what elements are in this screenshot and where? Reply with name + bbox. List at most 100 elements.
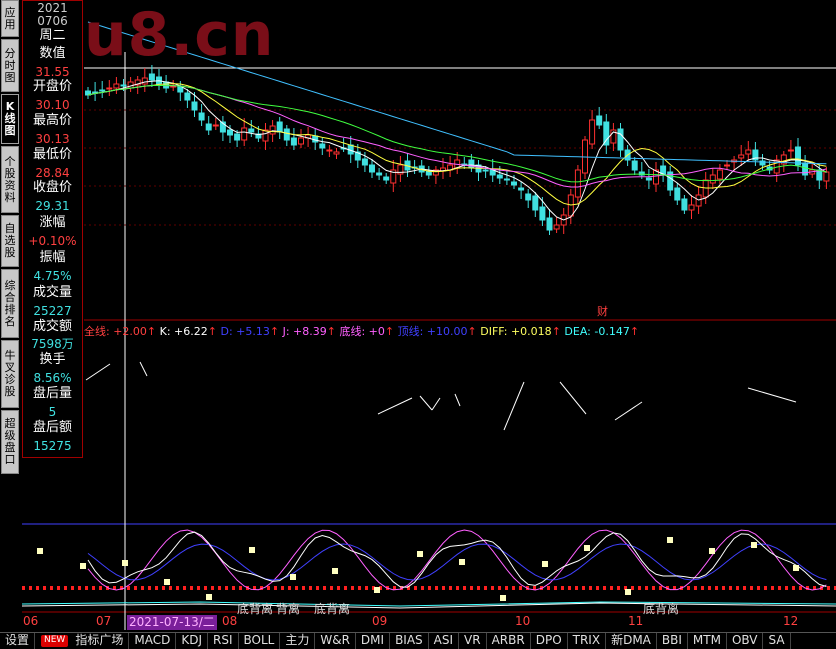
bottom-tab-8[interactable]: W&R bbox=[315, 633, 356, 649]
bottom-tab-4[interactable]: KDJ bbox=[176, 633, 208, 649]
candle-body bbox=[262, 129, 269, 142]
ma10-line bbox=[87, 83, 827, 206]
candle-body bbox=[227, 129, 233, 136]
candle-body bbox=[795, 146, 801, 166]
candle-body bbox=[482, 169, 489, 172]
info-amt: 7598万 bbox=[31, 337, 74, 351]
bottom-tab-20[interactable]: SA bbox=[763, 633, 791, 649]
legend-item-0: 全线: +2.00 bbox=[84, 325, 147, 338]
bottom-tab-2[interactable]: 指标广场 bbox=[70, 633, 130, 649]
vtab-3[interactable]: 个股资料 bbox=[1, 146, 19, 213]
bottom-tab-6[interactable]: BOLL bbox=[239, 633, 281, 649]
info-low: 28.84 bbox=[35, 166, 70, 180]
legend-arrow-icon: ↑ bbox=[467, 325, 481, 338]
bottom-tab-9[interactable]: DMI bbox=[356, 633, 391, 649]
candle-body bbox=[681, 198, 688, 211]
kdj-marker-8 bbox=[374, 587, 380, 593]
legend-arrow-icon: ↑ bbox=[551, 325, 565, 338]
kdj-d-line bbox=[87, 543, 827, 581]
candle-body bbox=[113, 83, 120, 89]
vtab-label: 牛叉诊股 bbox=[4, 349, 16, 398]
bottom-tab-5[interactable]: RSI bbox=[208, 633, 239, 649]
candle-body bbox=[823, 171, 830, 182]
bottom-tab-10[interactable]: BIAS bbox=[390, 633, 429, 649]
bottom-tab-16[interactable]: 新DMA bbox=[606, 633, 657, 649]
info-vol-label: 成交量 bbox=[32, 285, 72, 300]
vtab-label: 个股资料 bbox=[4, 154, 16, 204]
bottom-tab-11[interactable]: ASI bbox=[429, 633, 460, 649]
vtab-0[interactable]: 应用 bbox=[1, 0, 19, 37]
candle-body bbox=[532, 195, 539, 211]
candle-body bbox=[205, 123, 212, 131]
vertical-tab-bar: 应用分时图 K线图个股资料自选股综合排名牛叉诊股超级盘口 bbox=[0, 0, 21, 474]
candle-body bbox=[163, 81, 170, 89]
bottom-tab-7[interactable]: 主力 bbox=[280, 633, 316, 649]
candle-body bbox=[212, 124, 219, 127]
legend-arrow-icon: ↑ bbox=[326, 325, 340, 338]
kdj-marker-15 bbox=[667, 537, 673, 543]
bottom-tab-18[interactable]: MTM bbox=[688, 633, 727, 649]
candle-body bbox=[525, 193, 532, 201]
month-label-11: 11 bbox=[628, 614, 644, 628]
month-label-10: 10 bbox=[515, 614, 531, 628]
candle-body bbox=[539, 206, 546, 221]
bottom-tab-19[interactable]: OBV bbox=[727, 633, 764, 649]
indicator-segment-3 bbox=[419, 395, 433, 411]
legend-item-1: K: +6.22 bbox=[159, 325, 208, 338]
legend-item-5: 顶线: +10.00 bbox=[397, 325, 468, 338]
candle-body bbox=[674, 187, 681, 201]
candle-body bbox=[645, 177, 652, 181]
month-label-12: 12 bbox=[783, 614, 799, 628]
candle-body bbox=[141, 77, 148, 85]
info-value-label: 数值 bbox=[39, 46, 66, 61]
vtab-6[interactable]: 牛叉诊股 bbox=[1, 340, 19, 408]
candle-body bbox=[298, 137, 304, 145]
kdj-marker-10 bbox=[459, 559, 465, 565]
info-weekday: 周二 bbox=[39, 28, 66, 43]
candle-body bbox=[716, 169, 723, 180]
kdj-marker-2 bbox=[122, 560, 128, 566]
vtab-1[interactable]: 分时图 bbox=[1, 39, 19, 92]
vtab-label: 综合排名 bbox=[4, 278, 16, 328]
candle-body bbox=[596, 115, 603, 126]
info-after-vol: 5 bbox=[48, 405, 57, 419]
kdj-k-line bbox=[87, 531, 827, 588]
kdj-marker-18 bbox=[793, 565, 799, 571]
info-amp-label: 振幅 bbox=[39, 250, 66, 265]
candle-body bbox=[99, 89, 106, 92]
bottom-tab-17[interactable]: BBI bbox=[657, 633, 688, 649]
month-label-07: 07 bbox=[96, 614, 112, 628]
month-label-06: 06 bbox=[23, 614, 39, 628]
legend-arrow-icon: ↑ bbox=[269, 325, 283, 338]
info-close-label: 收盘价 bbox=[32, 180, 72, 195]
info-amp: 4.75% bbox=[33, 269, 72, 283]
candle-body bbox=[546, 217, 553, 231]
legend-item-7: DEA: -0.147 bbox=[564, 325, 630, 338]
candle-body bbox=[283, 128, 290, 141]
candle-body bbox=[787, 149, 794, 152]
bottom-tab-14[interactable]: DPO bbox=[531, 633, 568, 649]
info-high: 30.13 bbox=[35, 132, 70, 146]
candle-body bbox=[503, 178, 510, 181]
candle-body bbox=[631, 160, 638, 171]
bottom-tab-3[interactable]: MACD bbox=[129, 633, 177, 649]
kdj-j-line bbox=[87, 529, 827, 591]
vtab-2[interactable]: K线图 bbox=[1, 94, 19, 144]
vtab-5[interactable]: 综合排名 bbox=[1, 269, 19, 338]
candle-body bbox=[290, 137, 297, 146]
kdj-marker-4 bbox=[206, 594, 212, 600]
vtab-7[interactable]: 超级盘口 bbox=[1, 410, 19, 474]
bottom-tab-15[interactable]: TRIX bbox=[568, 633, 607, 649]
info-open-label: 开盘价 bbox=[32, 79, 72, 94]
bottom-tab-12[interactable]: VR bbox=[459, 633, 487, 649]
vtab-4[interactable]: 自选股 bbox=[1, 215, 19, 267]
legend-item-2: D: +5.13 bbox=[220, 325, 270, 338]
legend-item-3: J: +8.39 bbox=[282, 325, 327, 338]
indicator-tab-bar: 设置 NEW 指标广场 MACD KDJ RSI BOLL 主力 W&R DMI BIAS ASI VR… bbox=[0, 632, 836, 649]
info-after-amt-label: 盘后额 bbox=[32, 420, 72, 435]
candle-body bbox=[617, 128, 624, 151]
kdj-marker-11 bbox=[500, 595, 506, 601]
bottom-tab-13[interactable]: ARBR bbox=[487, 633, 531, 649]
bottom-tab-0[interactable]: 设置 bbox=[0, 633, 36, 649]
ma5-line bbox=[87, 80, 827, 221]
